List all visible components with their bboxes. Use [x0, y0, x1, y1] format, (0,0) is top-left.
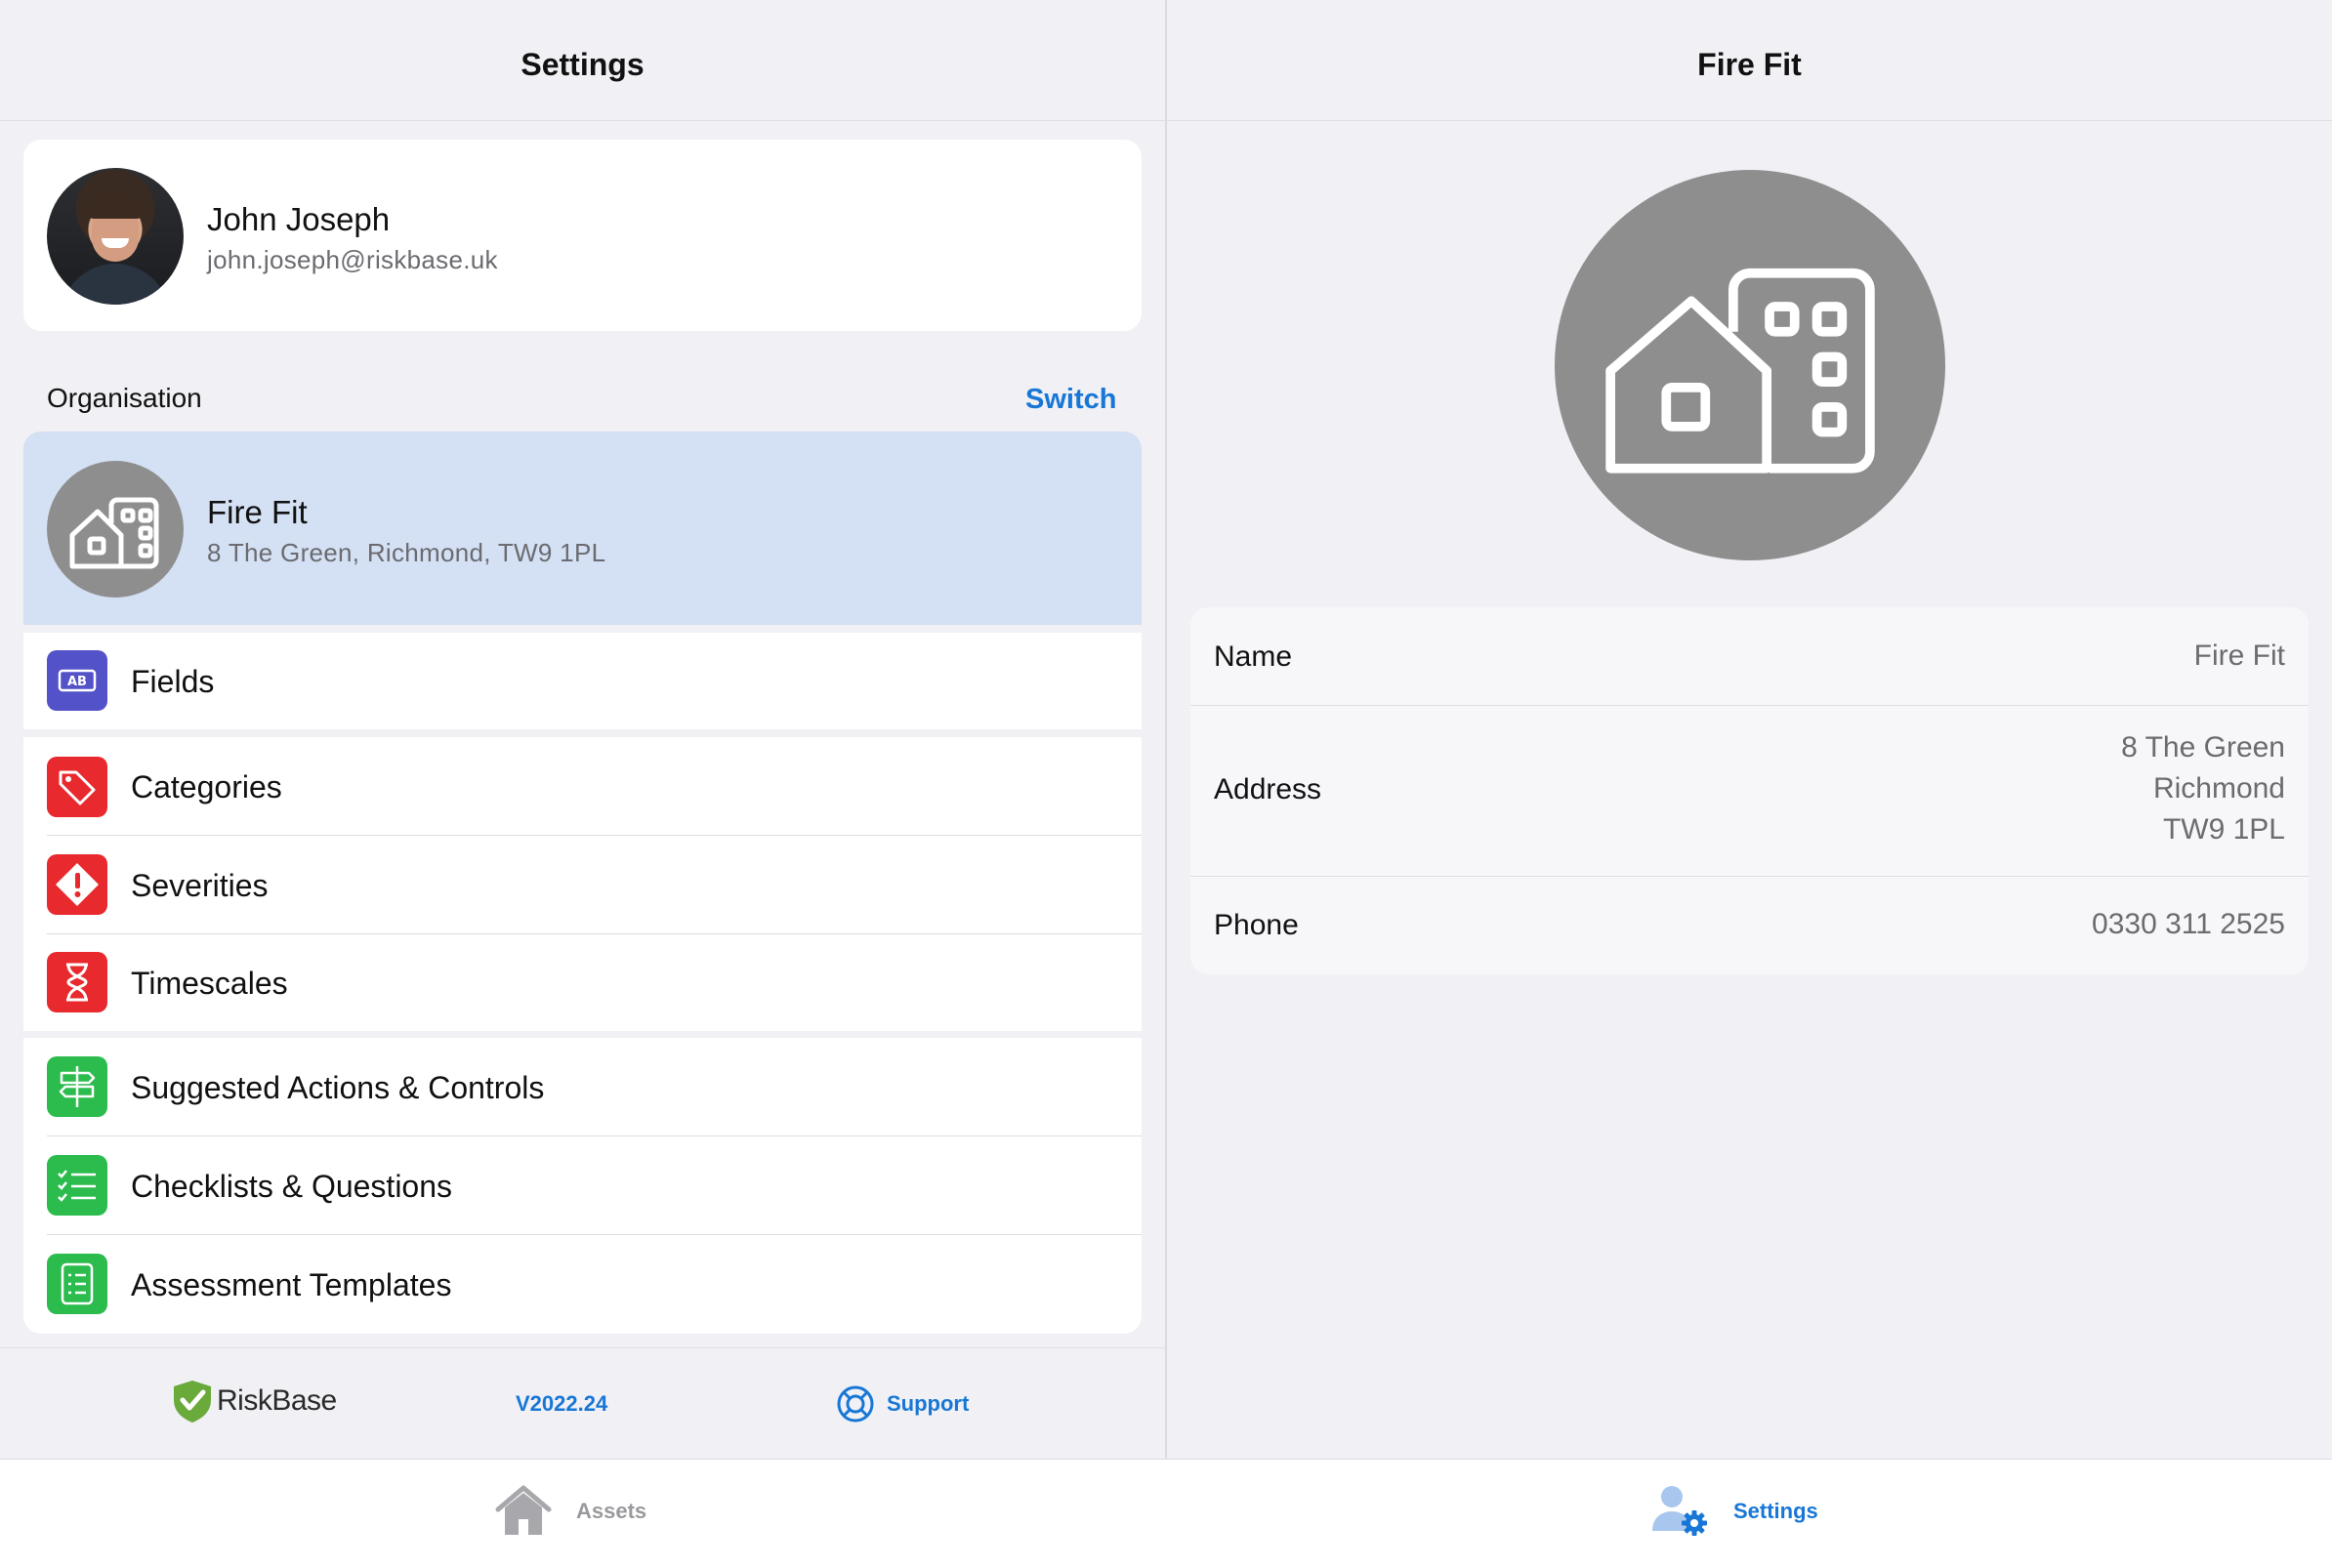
checklist-icon [47, 1155, 107, 1216]
menu-item-label: Categories [131, 769, 282, 805]
template-icon [47, 1254, 107, 1314]
detail-label: Phone [1214, 909, 1299, 941]
tab-assets[interactable]: Assets [576, 1499, 646, 1524]
svg-text:AB: AB [67, 675, 87, 689]
menu-item-assessment-templates[interactable]: Assessment Templates [23, 1235, 1142, 1334]
profile-name: John Joseph [207, 201, 391, 237]
building-icon [47, 461, 184, 598]
building-icon [1555, 170, 1945, 560]
tab-settings[interactable]: Settings [1733, 1499, 1818, 1524]
organisation-details-card: Name Fire Fit Address 8 The Green Richmo… [1190, 607, 2309, 974]
switch-organisation-button[interactable]: Switch [1025, 384, 1116, 416]
organisation-section-label: Organisation [47, 383, 202, 413]
hourglass-icon [47, 952, 107, 1012]
signpost-icon [47, 1056, 107, 1117]
address-line: Richmond [2152, 772, 2285, 805]
menu-item-fields[interactable]: AB Fields [23, 633, 1142, 729]
menu-item-timescales[interactable]: Timescales [23, 934, 1142, 1031]
detail-label: Address [1214, 773, 1322, 805]
fields-icon: AB [47, 650, 107, 711]
menu-item-label: Suggested Actions & Controls [131, 1070, 545, 1105]
detail-row-name: Name Fire Fit [1190, 607, 2309, 706]
detail-value[interactable]: 0330 311 2525 [2092, 904, 2285, 945]
organisation-name: Fire Fit [207, 494, 308, 530]
home-icon[interactable] [492, 1482, 555, 1539]
page-title: Settings [521, 47, 645, 82]
tag-icon [47, 757, 107, 817]
warning-diamond-icon [47, 854, 107, 915]
detail-label: Name [1214, 640, 1293, 673]
detail-value: Fire Fit [2193, 640, 2285, 672]
user-gear-icon[interactable] [1648, 1482, 1711, 1539]
footer-divider [0, 1347, 1165, 1348]
detail-title: Fire Fit [1697, 47, 1802, 82]
profile-email: john.joseph@riskbase.uk [207, 245, 498, 274]
menu-item-label: Assessment Templates [131, 1267, 452, 1302]
organisation-address: 8 The Green, Richmond, TW9 1PL [207, 538, 606, 567]
address-line: TW9 1PL [2162, 813, 2285, 846]
menu-item-label: Severities [131, 868, 269, 903]
address-line: 8 The Green [2121, 731, 2285, 763]
menu-item-categories[interactable]: Categories [23, 737, 1142, 836]
organisation-card[interactable] [23, 432, 1142, 625]
avatar [47, 168, 184, 305]
detail-value: 8 The Green Richmond TW9 1PL [2121, 727, 2285, 850]
menu-item-suggested-actions[interactable]: Suggested Actions & Controls [23, 1038, 1142, 1136]
brand-name: RiskBase [217, 1384, 337, 1417]
menu-item-checklists[interactable]: Checklists & Questions [23, 1136, 1142, 1235]
menu-item-label: Fields [131, 664, 215, 699]
detail-row-phone: Phone 0330 311 2525 [1190, 877, 2309, 974]
menu-item-label: Checklists & Questions [131, 1169, 453, 1204]
tab-bar [0, 1459, 2332, 1568]
detail-row-address: Address 8 The Green Richmond TW9 1PL [1190, 706, 2309, 877]
nav-divider [0, 120, 1165, 121]
menu-item-label: Timescales [131, 966, 288, 1001]
nav-divider [1167, 120, 2332, 121]
profile-card[interactable] [23, 140, 1142, 331]
menu-item-severities[interactable]: Severities [23, 836, 1142, 934]
support-link[interactable]: Support [887, 1391, 969, 1417]
lifebuoy-icon[interactable] [836, 1384, 875, 1424]
version-label: V2022.24 [516, 1391, 608, 1416]
